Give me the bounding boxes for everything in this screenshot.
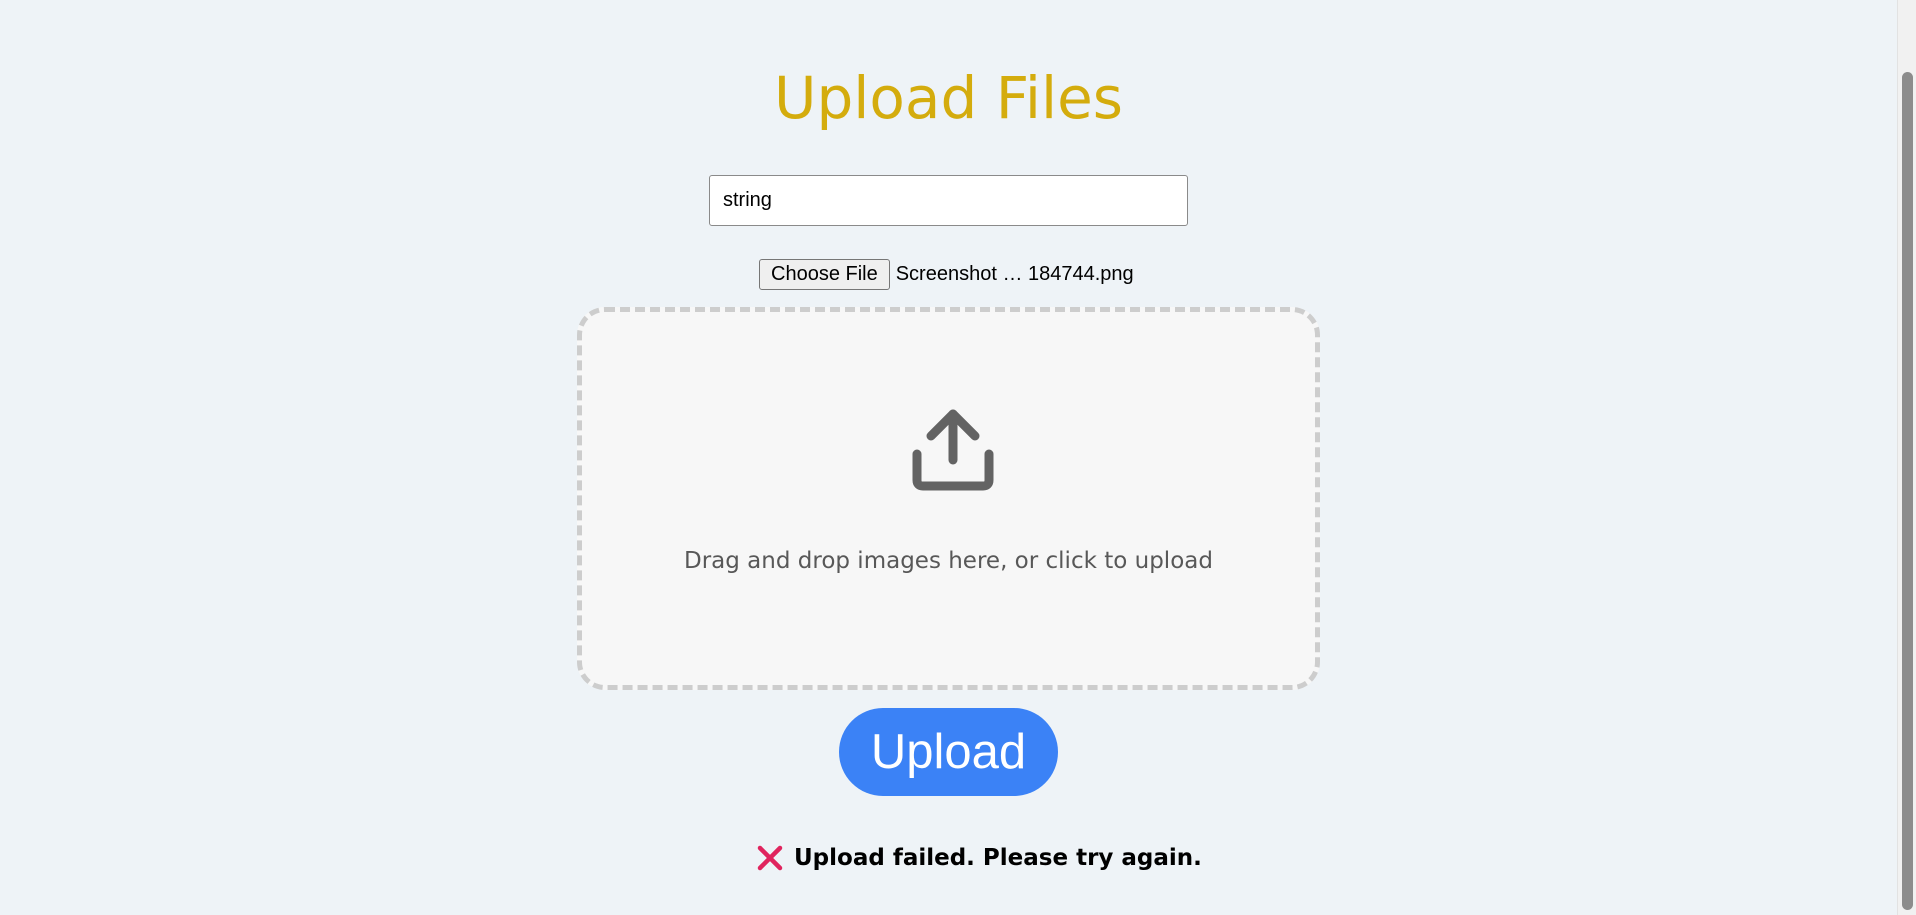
close-icon — [757, 845, 783, 871]
dropzone-text: Drag and drop images here, or click to u… — [684, 548, 1213, 574]
status-message: Upload failed. Please try again. — [756, 842, 1202, 874]
upload-icon — [912, 409, 994, 491]
text-input[interactable] — [709, 175, 1188, 226]
dropzone[interactable]: Drag and drop images here, or click to u… — [577, 307, 1320, 690]
page-title: Upload Files — [774, 64, 1123, 132]
upload-page: Upload Files Choose File Screenshot … 18… — [0, 0, 1897, 915]
selected-file-name: Screenshot … 184744.png — [895, 263, 1134, 285]
status-text: Upload failed. Please try again. — [794, 845, 1202, 871]
vertical-scrollbar[interactable] — [1897, 0, 1916, 915]
scrollbar-thumb[interactable] — [1902, 72, 1913, 910]
choose-file-button[interactable]: Choose File — [759, 259, 890, 290]
upload-button[interactable]: Upload — [839, 708, 1058, 796]
file-picker: Choose File Screenshot … 184744.png — [759, 259, 1134, 290]
